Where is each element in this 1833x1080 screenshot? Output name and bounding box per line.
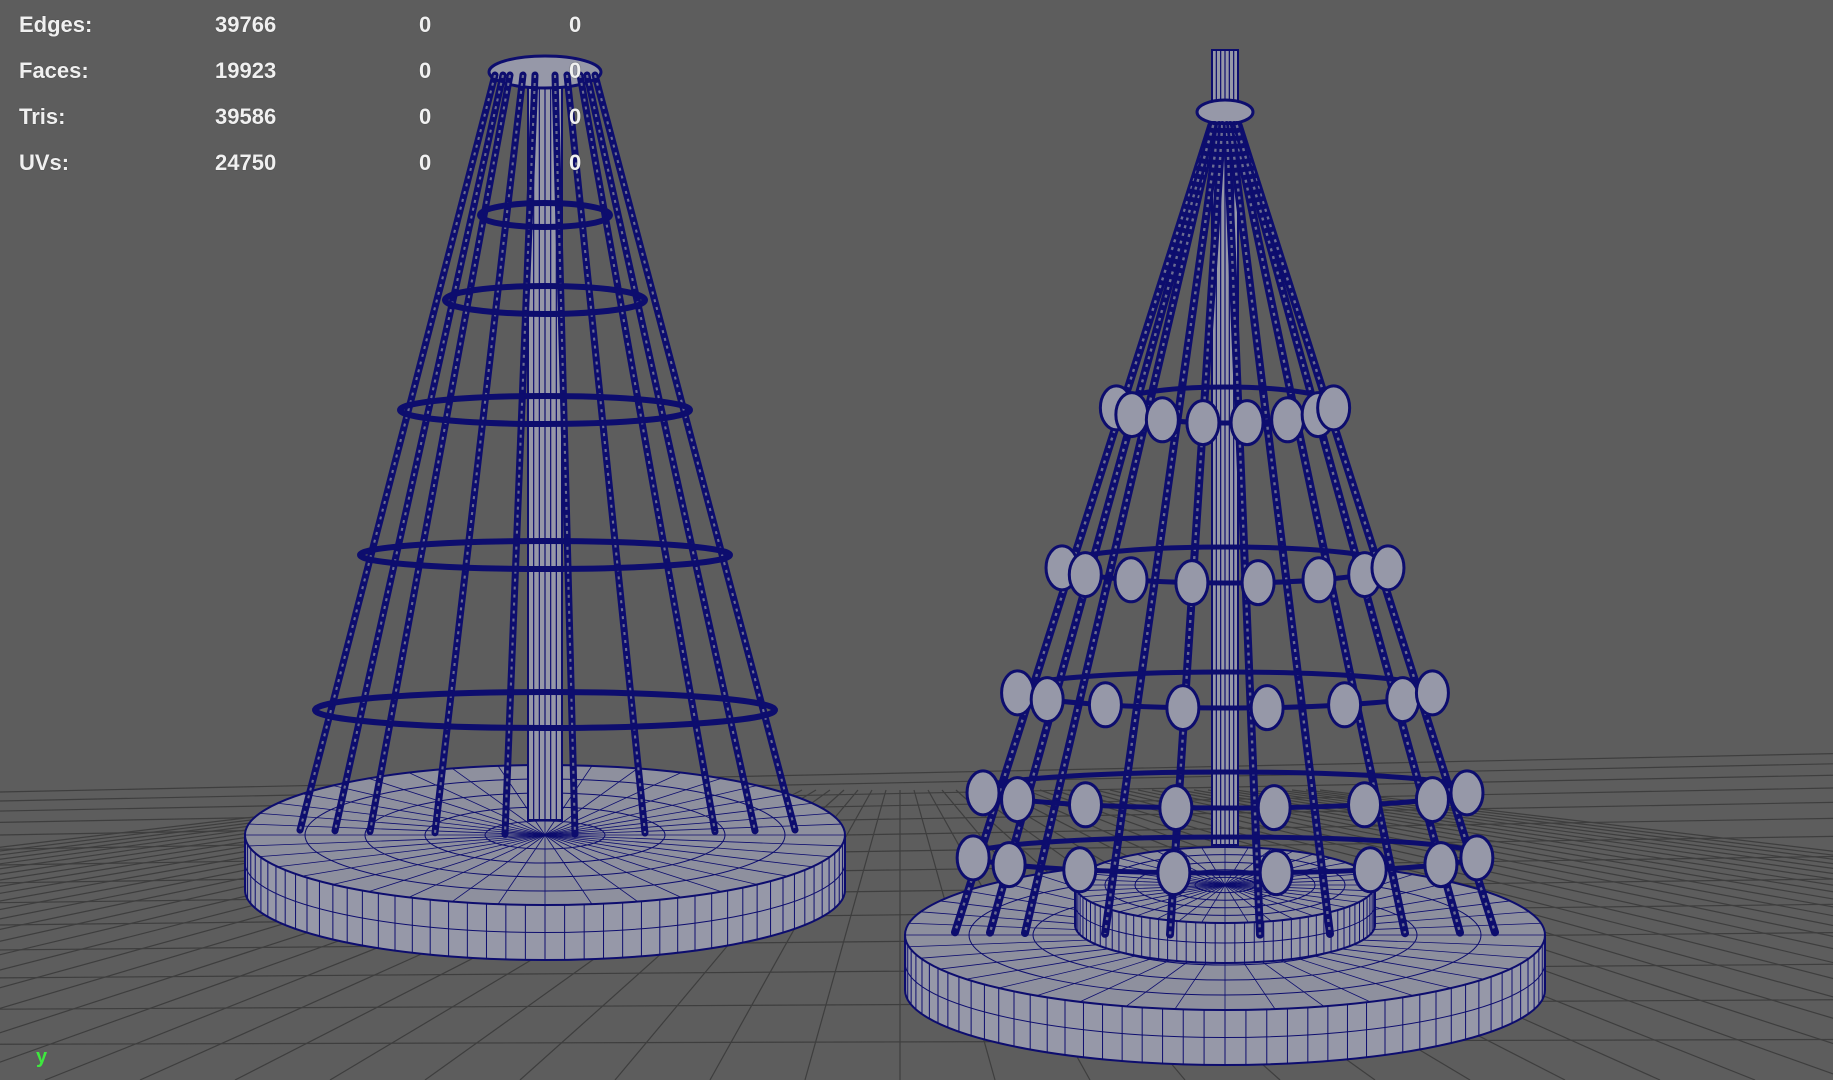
knot-bead bbox=[1258, 849, 1294, 897]
knot-bead bbox=[1423, 841, 1459, 889]
knot-bead bbox=[1158, 784, 1194, 832]
hud-selected: 0 bbox=[419, 12, 432, 37]
knot-bead bbox=[955, 834, 991, 882]
knot-bead bbox=[1144, 396, 1180, 444]
knot-bead bbox=[1000, 776, 1036, 824]
3d-viewport[interactable]: Edges: 39766 0 0 Faces: 19923 0 0 Tris: … bbox=[0, 0, 1833, 1080]
hud-selected: 0 bbox=[419, 58, 432, 83]
top-ring bbox=[1195, 98, 1255, 126]
hud-other: 0 bbox=[569, 12, 582, 37]
hud-label: Edges: bbox=[19, 12, 93, 37]
knot-bead bbox=[1240, 559, 1276, 607]
knot-bead bbox=[965, 769, 1001, 817]
hud-other: 0 bbox=[569, 150, 582, 175]
climbing-cone-right[interactable] bbox=[904, 49, 1546, 1066]
hud-total: 24750 bbox=[215, 150, 277, 175]
knot-bead bbox=[1156, 849, 1192, 897]
knot-bead bbox=[1165, 684, 1201, 732]
knot-bead bbox=[1174, 559, 1210, 607]
rope-strand bbox=[368, 74, 512, 832]
hud-total: 39586 bbox=[215, 104, 277, 129]
knot-bead bbox=[1113, 556, 1149, 604]
knot-bead bbox=[1414, 776, 1450, 824]
knot-bead bbox=[1087, 681, 1123, 729]
knot-bead bbox=[1256, 784, 1292, 832]
knot-bead bbox=[1301, 556, 1337, 604]
knot-bead bbox=[1347, 781, 1383, 829]
knot-bead bbox=[1449, 769, 1485, 817]
knot-bead bbox=[1067, 551, 1103, 599]
knot-bead bbox=[1370, 544, 1406, 592]
hud-label: Faces: bbox=[19, 58, 89, 83]
knot-bead bbox=[1385, 676, 1421, 724]
knot-bead bbox=[1114, 391, 1150, 439]
hud-selected: 0 bbox=[419, 104, 432, 129]
knot-bead bbox=[1067, 781, 1103, 829]
grid-line bbox=[0, 763, 1833, 802]
knot-bead bbox=[1062, 846, 1098, 894]
knot-bead bbox=[1029, 676, 1065, 724]
hud-total: 39766 bbox=[215, 12, 277, 37]
knot-bead bbox=[1185, 399, 1221, 447]
knot-bead bbox=[1270, 396, 1306, 444]
hud-label: UVs: bbox=[19, 150, 70, 175]
knot-bead bbox=[1327, 681, 1363, 729]
knot-bead bbox=[1316, 384, 1352, 432]
grid-line bbox=[0, 1038, 1833, 1045]
hud-label: Tris: bbox=[19, 104, 66, 129]
knot-bead bbox=[1000, 669, 1036, 717]
grid-line bbox=[0, 753, 1833, 793]
knot-bead bbox=[1352, 846, 1388, 894]
knot-bead bbox=[1249, 684, 1285, 732]
climbing-cone-left[interactable] bbox=[244, 54, 846, 961]
knot-bead bbox=[1459, 834, 1495, 882]
hud-selected: 0 bbox=[419, 150, 432, 175]
hud-total: 19923 bbox=[215, 58, 277, 83]
hud-other: 0 bbox=[569, 104, 582, 129]
knot-bead bbox=[1414, 669, 1450, 717]
axis-indicator-y: y bbox=[36, 1046, 48, 1068]
knot-bead bbox=[1229, 399, 1265, 447]
knot-bead bbox=[991, 841, 1027, 889]
hud-other: 0 bbox=[569, 58, 582, 83]
